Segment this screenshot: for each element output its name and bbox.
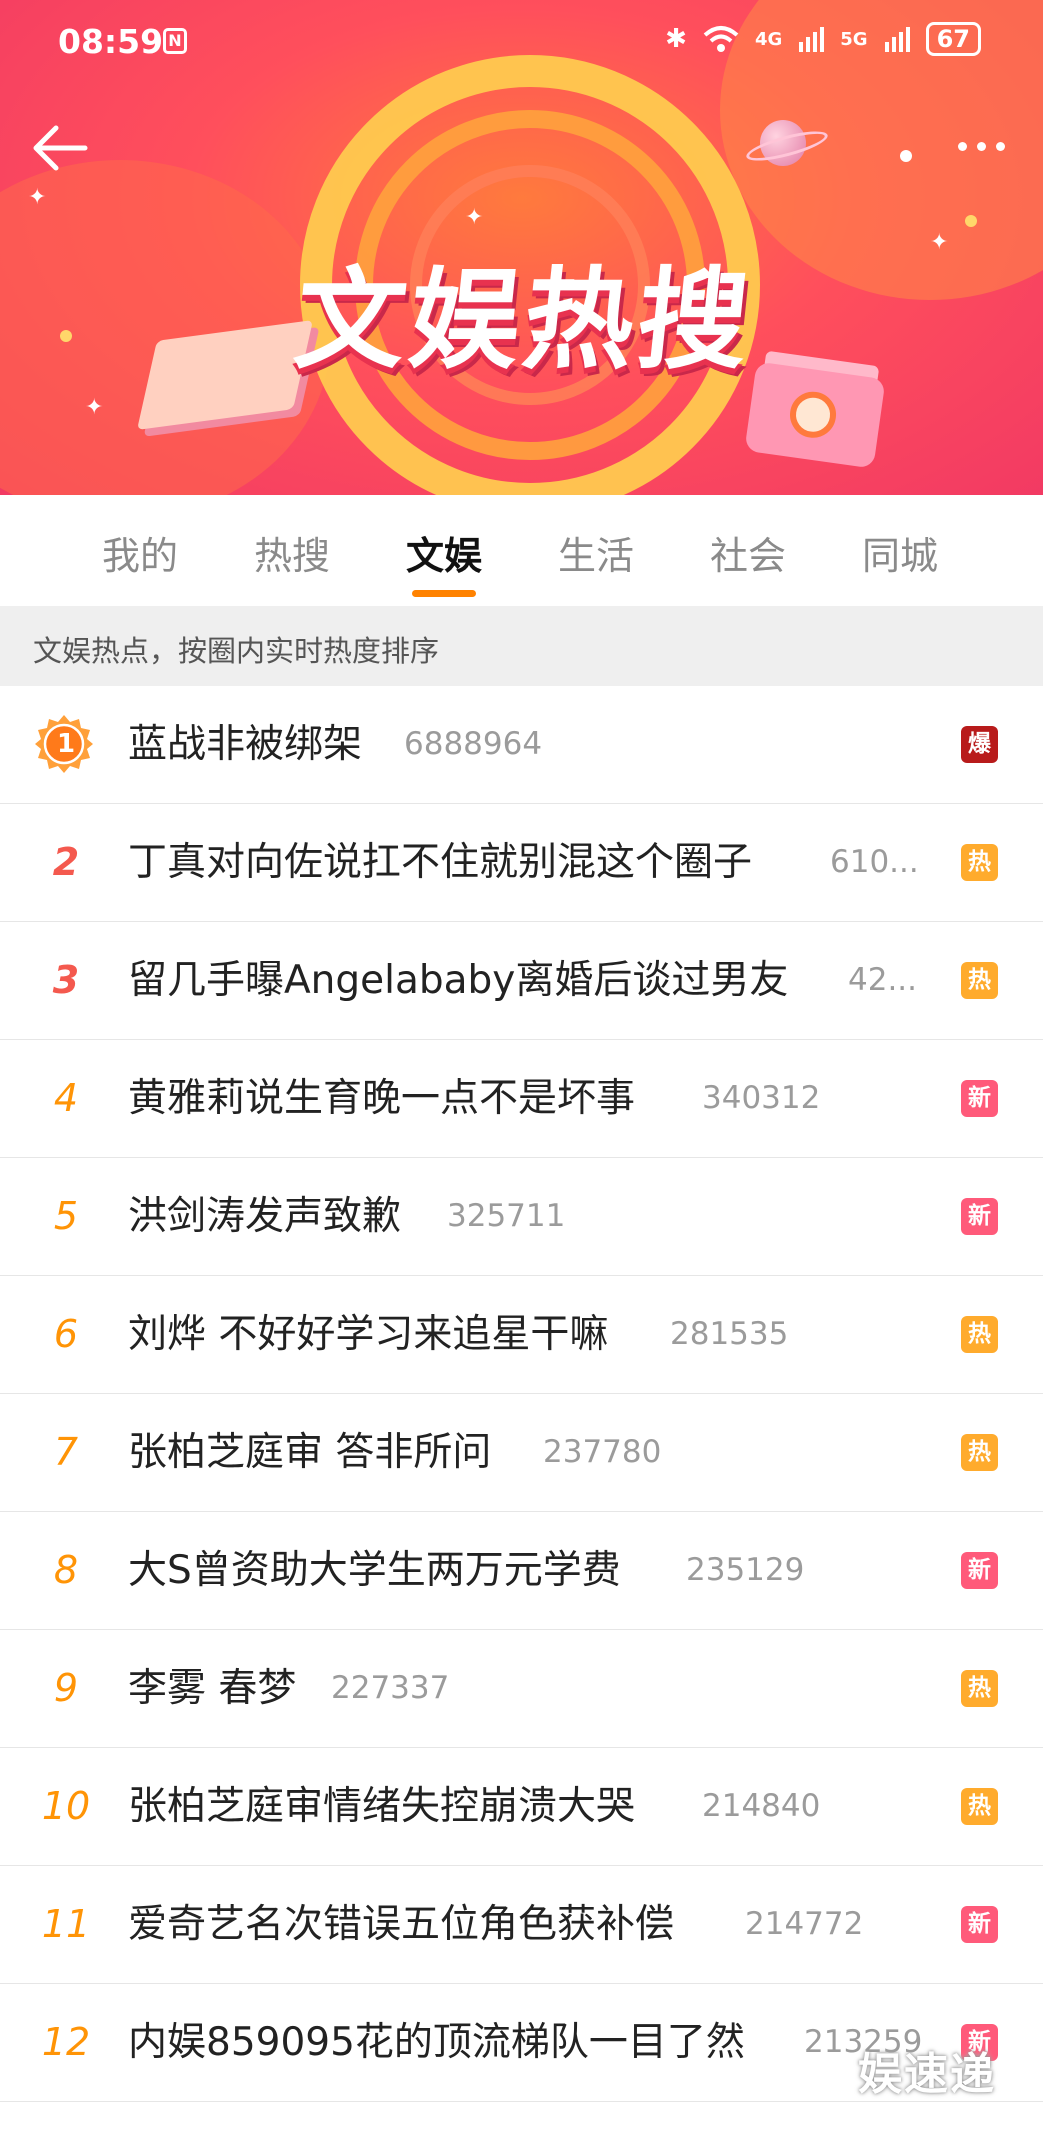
rank-number: 6 [53,1312,79,1356]
rank-number: 10 [41,1784,91,1828]
item-title: 内娱859095花的顶流梯队一目了然 [128,2020,745,2065]
item-heat-count: 281535 [670,1316,789,1352]
wifi-icon [703,26,739,52]
back-button[interactable] [30,120,90,176]
item-title: 洪剑涛发声致歉 [128,1194,402,1239]
dot-decoration [900,150,912,162]
signal-bars-icon [884,27,910,52]
item-heat-count: 325711 [447,1198,566,1234]
item-heat-count: 6888964 [404,726,543,762]
item-heat-count: 235129 [686,1552,805,1588]
nfc-icon: N [163,28,187,54]
rank-number: 2 [52,840,80,884]
sparkle-icon: ✦ [85,395,104,420]
item-title: 留几手曝Angelababy离婚后谈过男友 [128,958,789,1003]
tab-local[interactable]: 同城 [862,525,938,580]
rank-number: 1 [56,729,76,759]
tab-hot-search[interactable]: 热搜 [254,525,330,580]
item-heat-count: 227337 [331,1670,450,1706]
rank-number: 3 [52,958,80,1002]
cellular-4g-icon: 4G [754,28,783,50]
badge-new: 新 [961,1080,998,1117]
category-tabs: 我的 热搜 文娱 生活 社会 同城 [0,495,1043,605]
rank-number: 8 [53,1548,79,1592]
hot-search-list: 1 蓝战非被绑架 6888964 爆 2 丁真对向佐说扛不住就别混这个圈子 61… [0,686,1043,2102]
item-title: 爱奇艺名次错误五位角色获补偿 [128,1902,675,1947]
tab-mine[interactable]: 我的 [102,525,178,580]
arrow-left-icon [33,125,88,171]
tab-entertainment[interactable]: 文娱 [406,525,482,580]
list-item[interactable]: 2 丁真对向佐说扛不住就别混这个圈子 610... 热 [0,804,1043,922]
item-title: 大S曾资助大学生两万元学费 [128,1548,621,1593]
more-dot [976,141,986,151]
list-item[interactable]: 9 李雾 春梦 227337 热 [0,1630,1043,1748]
list-item[interactable]: 4 黄雅莉说生育晚一点不是坏事 340312 新 [0,1040,1043,1158]
list-item[interactable]: 5 洪剑涛发声致歉 325711 新 [0,1158,1043,1276]
item-title: 刘烨 不好好学习来追星干嘛 [128,1312,609,1357]
item-heat-count: 214772 [745,1906,864,1942]
item-heat-count: 214840 [702,1788,821,1824]
status-time: 08:59 [58,22,164,61]
rank-number: 12 [41,2020,91,2064]
badge-hot: 热 [961,844,998,881]
item-title: 黄雅莉说生育晚一点不是坏事 [128,1076,636,1121]
dot-decoration [965,215,977,227]
banner-title: 文娱热搜 [289,256,759,384]
item-title: 张柏芝庭审 答非所问 [128,1430,492,1475]
badge-explosive: 爆 [961,726,998,763]
dot-decoration [60,330,72,342]
signal-bars-icon [799,27,825,52]
active-tab-indicator [412,590,476,597]
item-heat-count: 610... [830,844,919,880]
list-item[interactable]: 1 蓝战非被绑架 6888964 爆 [0,686,1043,804]
badge-new: 新 [961,1552,998,1589]
item-title: 丁真对向佐说扛不住就别混这个圈子 [128,840,753,885]
list-item[interactable]: 10 张柏芝庭审情绪失控崩溃大哭 214840 热 [0,1748,1043,1866]
more-dot [995,141,1005,151]
battery-icon: 67 [925,22,981,56]
rank-number: 5 [53,1194,79,1238]
sparkle-icon: ✦ [28,185,47,210]
list-item[interactable]: 3 留几手曝Angelababy离婚后谈过男友 42... 热 [0,922,1043,1040]
rank-number: 7 [53,1430,79,1474]
ranking-hint-bar: 文娱热点，按圈内实时热度排序 [0,606,1043,686]
list-item[interactable]: 8 大S曾资助大学生两万元学费 235129 新 [0,1512,1043,1630]
item-heat-count: 42... [848,962,918,998]
rank-number: 11 [41,1902,91,1946]
item-title: 蓝战非被绑架 [128,722,363,767]
rank-number: 9 [53,1666,79,1710]
list-item[interactable]: 6 刘烨 不好好学习来追星干嘛 281535 热 [0,1276,1043,1394]
item-title: 张柏芝庭审情绪失控崩溃大哭 [128,1784,636,1829]
list-item[interactable]: 7 张柏芝庭审 答非所问 237780 热 [0,1394,1043,1512]
list-item[interactable]: 11 爱奇艺名次错误五位角色获补偿 214772 新 [0,1866,1043,1984]
rank-number: 4 [53,1076,79,1120]
camera-lens [787,388,839,441]
item-heat-count: 237780 [543,1434,662,1470]
cellular-5g-icon: 5G [840,28,868,50]
badge-hot: 热 [961,962,998,999]
more-options-button[interactable] [949,126,1013,166]
tab-life[interactable]: 生活 [558,525,634,580]
item-heat-count: 340312 [702,1080,821,1116]
tab-society[interactable]: 社会 [710,525,786,580]
watermark: 娱速递 [858,2049,996,2100]
badge-new: 新 [961,1198,998,1235]
badge-new: 新 [961,1906,998,1943]
status-bar: 08:59 N ✱ 4G 5G 67 [0,0,1043,86]
more-dot [957,141,967,151]
ranking-hint-text: 文娱热点，按圈内实时热度排序 [33,634,440,668]
badge-hot: 热 [961,1788,998,1825]
badge-hot: 热 [961,1316,998,1353]
bluetooth-icon: ✱ [665,24,687,54]
item-title: 李雾 春梦 [128,1666,297,1711]
sparkle-icon: ✦ [465,205,484,230]
sparkle-icon: ✦ [930,230,949,255]
badge-hot: 热 [961,1434,998,1471]
status-icons: ✱ 4G 5G 67 [665,22,981,56]
badge-hot: 热 [961,1670,998,1707]
